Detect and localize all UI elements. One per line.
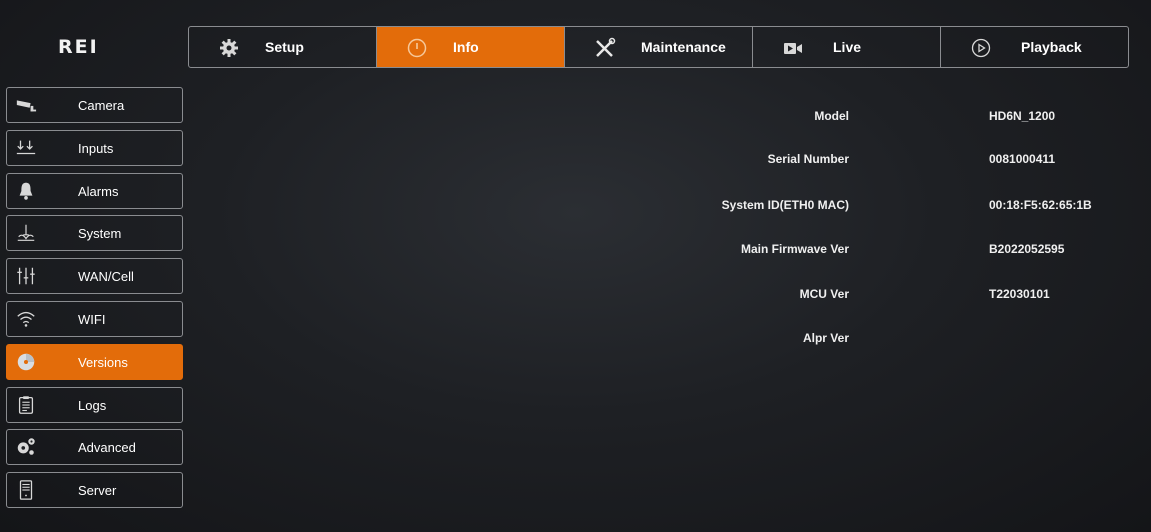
system-id-label: System ID(ETH0 MAC) [721, 198, 849, 212]
sidebar-item-alarms[interactable]: Alarms [6, 172, 183, 209]
sidebar-item-wifi[interactable]: WIFI [6, 300, 183, 337]
mcu-ver-label: MCU Ver [799, 287, 849, 301]
sidebar-item-advanced[interactable]: Advanced [6, 429, 183, 466]
tab-setup-label: Setup [265, 39, 304, 55]
sidebar-item-label: Logs [78, 397, 107, 413]
mcu-ver-value: T22030101 [989, 287, 1050, 301]
sidebar: Camera Inputs Alarms System WAN/Cell WIF… [6, 87, 183, 515]
sidebar-item-label: Inputs [78, 140, 114, 156]
server-icon [19, 480, 33, 500]
bell-icon [19, 182, 33, 200]
sidebar-item-label: Camera [78, 98, 125, 113]
sidebar-item-inputs[interactable]: Inputs [6, 129, 183, 166]
sidebar-item-label: WAN/Cell [78, 269, 134, 285]
security-camera-icon [16, 100, 37, 112]
tab-live-label: Live [833, 39, 862, 55]
clipboard-icon [18, 395, 34, 414]
tab-live[interactable]: Live [752, 27, 940, 67]
gears-icon [17, 438, 35, 456]
main-firmware-label: Main Firmwave Ver [740, 242, 849, 256]
tab-setup[interactable]: Setup [189, 27, 376, 67]
gear-icon [220, 39, 238, 57]
sidebar-item-label: WIFI [78, 311, 106, 327]
sidebar-item-logs[interactable]: Logs [6, 386, 183, 423]
serial-number-label: Serial Number [767, 152, 849, 166]
main-firmware-value: B2022052595 [989, 242, 1065, 256]
top-navigation: Setup Info Maintenance Live Playback [188, 26, 1129, 68]
system-icon [17, 225, 35, 242]
sidebar-item-label: Advanced [78, 440, 136, 456]
info-circle-icon [407, 38, 427, 58]
sliders-icon [17, 267, 35, 285]
tab-maintenance-label: Maintenance [641, 39, 726, 55]
sidebar-item-server[interactable]: Server [6, 472, 183, 509]
tab-maintenance[interactable]: Maintenance [564, 27, 752, 67]
model-label: Model [814, 109, 849, 123]
tab-info[interactable]: Info [376, 27, 564, 67]
alpr-ver-label: Alpr Ver [802, 331, 849, 345]
system-id-value: 00:18:F5:62:65:1B [989, 198, 1092, 212]
sidebar-item-versions[interactable]: Versions [6, 343, 183, 380]
sidebar-item-wancell[interactable]: WAN/Cell [6, 258, 183, 295]
tab-playback-label: Playback [1021, 39, 1082, 55]
tools-icon [596, 37, 616, 57]
tab-info-label: Info [453, 39, 479, 55]
video-camera-icon [784, 43, 802, 54]
wifi-icon [17, 311, 35, 327]
disc-icon [17, 353, 35, 371]
input-arrows-icon [16, 140, 36, 154]
play-circle-icon [971, 38, 991, 58]
tab-playback[interactable]: Playback [940, 27, 1128, 67]
sidebar-item-label: System [78, 226, 122, 242]
sidebar-item-camera[interactable]: Camera [6, 87, 183, 123]
sidebar-item-label: Versions [78, 354, 128, 370]
model-value: HD6N_1200 [989, 109, 1056, 123]
sidebar-item-label: Server [78, 483, 117, 499]
brand-logo: REI [58, 36, 99, 58]
serial-number-value: 0081000411 [989, 152, 1056, 166]
sidebar-item-label: Alarms [78, 183, 119, 199]
sidebar-item-system[interactable]: System [6, 215, 183, 252]
